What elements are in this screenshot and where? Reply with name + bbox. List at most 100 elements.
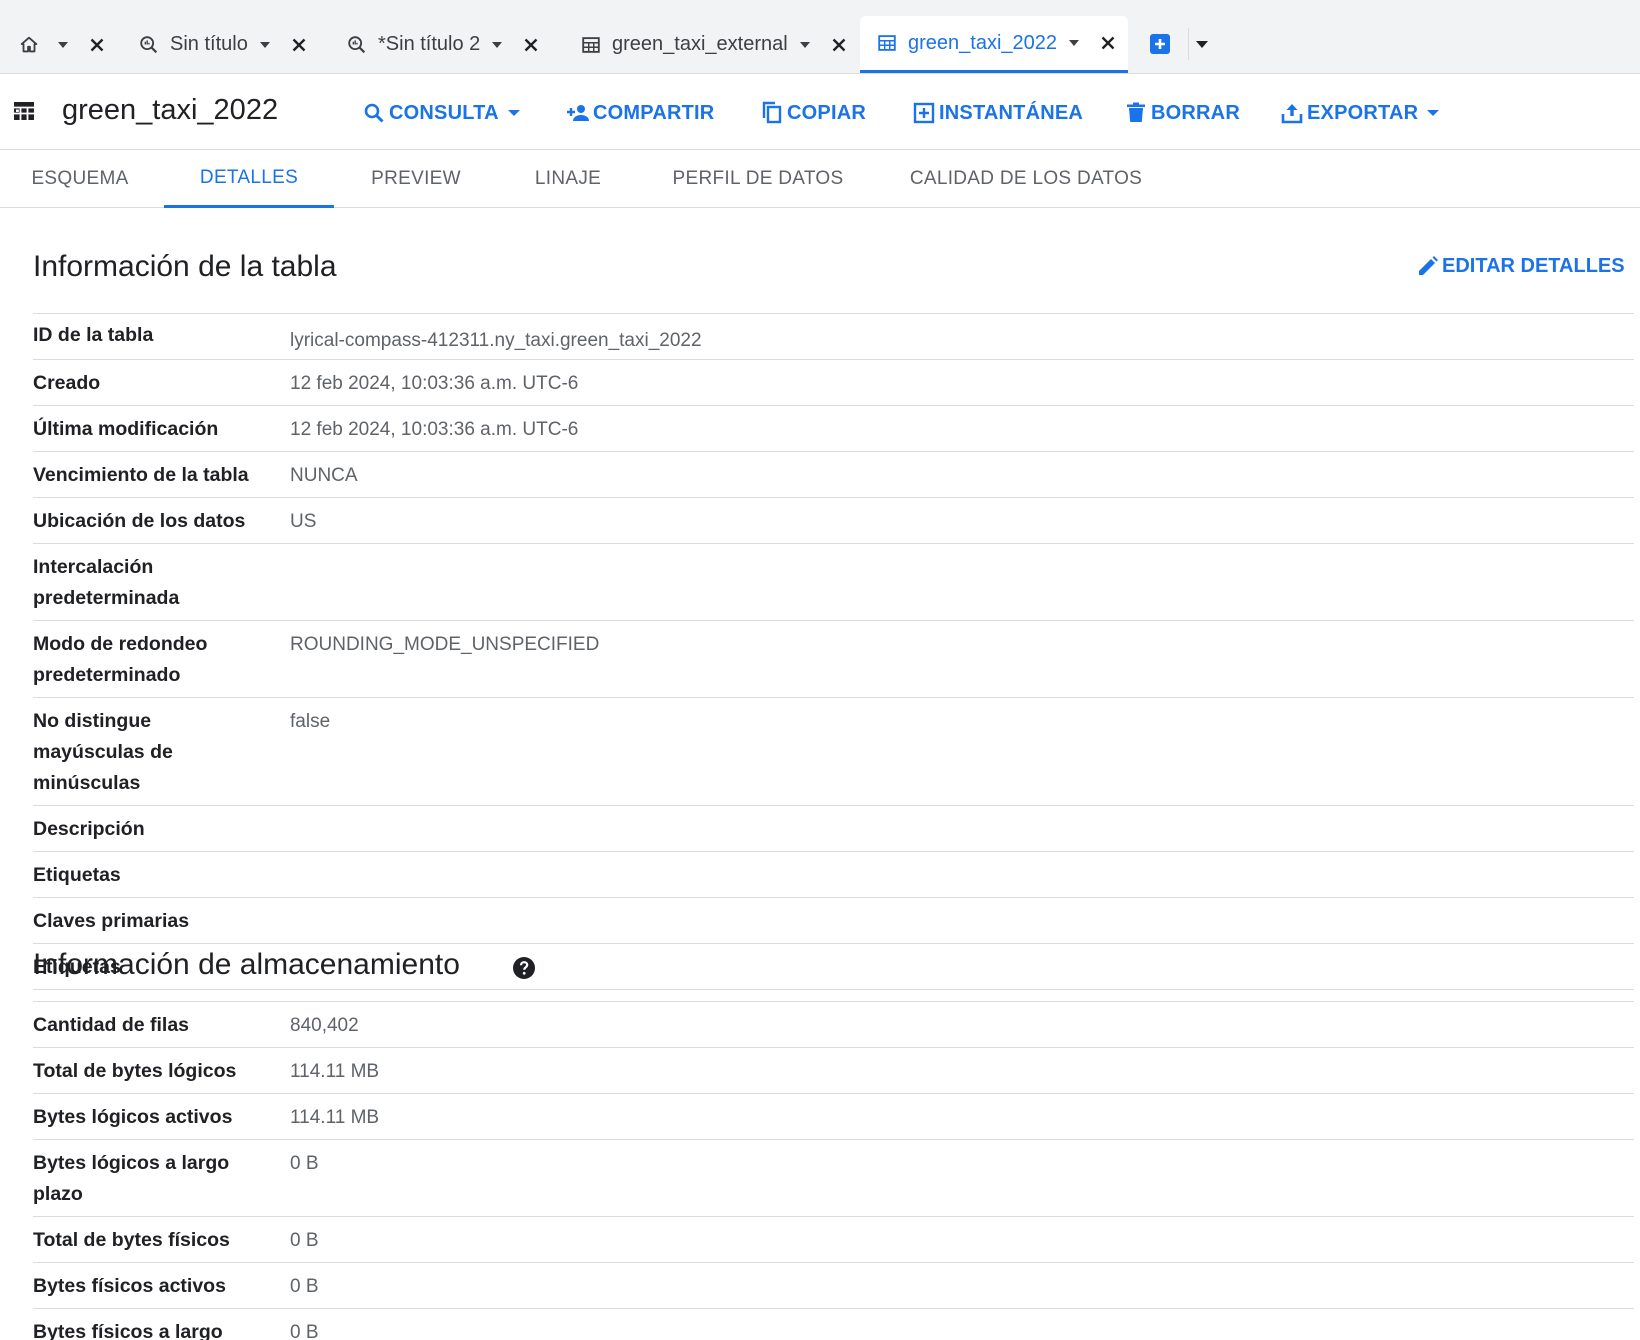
detail-key: Vencimiento de la tabla [33, 464, 249, 486]
edit-details-button[interactable]: EDITAR DETALLES [1416, 254, 1625, 278]
tab-sin-titulo-2[interactable]: *Sin título 2 [346, 16, 542, 73]
tab-green-taxi-2022[interactable]: green_taxi_2022 [860, 16, 1128, 73]
export-icon [1281, 104, 1303, 124]
tab-preview[interactable]: PREVIEW [336, 150, 496, 208]
detail-row: Ubicación de los datos US [33, 498, 1634, 544]
storage-info-list: Cantidad de filas 840,402 Total de bytes… [33, 1001, 1634, 1340]
detail-key: Etiquetas [33, 864, 121, 886]
chevron-down-icon[interactable] [1069, 40, 1080, 46]
chevron-down-icon[interactable] [492, 41, 503, 48]
detail-row: Última modificación 12 feb 2024, 10:03:3… [33, 406, 1634, 452]
tab-strip: Sin título *Sin título 2 green_taxi_exte… [0, 0, 1640, 74]
query-button[interactable]: CONSULTA [362, 100, 520, 126]
detail-key: Modo de redondeo predeterminado [33, 633, 208, 686]
detail-value: US [290, 511, 317, 532]
delete-button[interactable]: BORRAR [1124, 100, 1240, 126]
close-icon[interactable] [1097, 32, 1119, 54]
detail-row: Bytes lógicos activos 114.11 MB [33, 1094, 1634, 1140]
detail-value: 0 B [290, 1230, 319, 1251]
tab-lineage[interactable]: LINAJE [500, 150, 636, 208]
help-icon[interactable] [512, 956, 536, 980]
detail-row: Total de bytes físicos 0 B [33, 1217, 1634, 1263]
detail-value [290, 944, 1634, 989]
table-info-heading: Información de la tabla [33, 250, 337, 283]
close-icon[interactable] [520, 34, 542, 56]
tab-details[interactable]: DETALLES [164, 150, 334, 208]
detail-value [290, 852, 1634, 897]
detail-key: Creado [33, 372, 101, 394]
toolbar: green_taxi_2022 CONSULTA COMPARTIR COPIA… [0, 74, 1640, 150]
home-icon [20, 36, 38, 52]
detail-value [290, 806, 1634, 851]
detail-value [290, 544, 1634, 620]
trash-icon [1127, 102, 1145, 122]
snapshot-button[interactable]: INSTANTÁNEA [912, 100, 1083, 126]
divider [1188, 28, 1189, 60]
close-icon[interactable] [86, 34, 108, 56]
detail-key: Bytes físicos activos [33, 1275, 226, 1297]
new-tab-plus-icon[interactable] [1148, 32, 1172, 56]
tab-green-taxi-external[interactable]: green_taxi_external [580, 16, 850, 73]
detail-key: Ubicación de los datos [33, 510, 246, 532]
tab-label: green_taxi_external [612, 33, 788, 55]
detail-value: false [290, 711, 331, 732]
detail-value [290, 898, 1634, 943]
edit-details-label: EDITAR DETALLES [1442, 254, 1625, 277]
detail-row: Claves primarias [33, 898, 1634, 944]
chevron-down-icon [507, 110, 520, 116]
detail-value: 12 feb 2024, 10:03:36 a.m. UTC-6 [290, 373, 579, 394]
detail-key: Descripción [33, 818, 145, 840]
tab-data-profile[interactable]: PERFIL DE DATOS [640, 150, 876, 208]
detail-key: Bytes lógicos activos [33, 1106, 233, 1128]
detail-key: Total de bytes lógicos [33, 1060, 237, 1082]
detail-row: Etiquetas [33, 852, 1634, 898]
detail-value: 114.11 MB [290, 1061, 380, 1082]
copy-button-label: COPIAR [787, 101, 866, 124]
detail-key: Total de bytes físicos [33, 1229, 230, 1251]
person-add-icon [567, 105, 589, 121]
detail-key: Última modificación [33, 418, 219, 440]
query-button-label: CONSULTA [389, 101, 499, 124]
chevron-down-icon[interactable] [799, 41, 810, 48]
close-icon[interactable] [288, 34, 310, 56]
search-icon [364, 103, 384, 123]
close-icon[interactable] [828, 34, 850, 56]
snapshot-button-label: INSTANTÁNEA [939, 101, 1084, 124]
detail-row: Intercalación predeterminada [33, 544, 1634, 621]
share-button[interactable]: COMPARTIR [566, 100, 714, 126]
snapshot-icon [913, 102, 935, 124]
tab-label: *Sin título 2 [378, 33, 481, 55]
detail-key: Intercalación predeterminada [33, 556, 180, 609]
detail-value: 12 feb 2024, 10:03:36 a.m. UTC-6 [290, 419, 579, 440]
copy-icon [762, 101, 782, 124]
tab-sin-titulo[interactable]: Sin título [138, 16, 310, 73]
pencil-icon [1419, 256, 1438, 275]
export-button-label: EXPORTAR [1307, 101, 1419, 124]
detail-key: Bytes lógicos a largo plazo [33, 1152, 230, 1205]
share-button-label: COMPARTIR [593, 101, 715, 124]
detail-row: Bytes físicos a largo plazo 0 B [33, 1309, 1634, 1340]
detail-key: No distingue mayúsculas de minúsculas [33, 710, 173, 794]
detail-row: Vencimiento de la tabla NUNCA [33, 452, 1634, 498]
detail-row: No distingue mayúsculas de minúsculas fa… [33, 698, 1634, 806]
detail-row: Bytes físicos activos 0 B [33, 1263, 1634, 1309]
tab-schema[interactable]: ESQUEMA [0, 150, 160, 208]
chevron-down-icon[interactable] [1196, 41, 1208, 48]
storage-info-heading: Información de almacenamiento [33, 948, 460, 981]
tab-data-quality[interactable]: CALIDAD DE LOS DATOS [880, 150, 1172, 208]
detail-tabs: ESQUEMA DETALLES PREVIEW LINAJE PERFIL D… [0, 150, 1640, 208]
detail-row: Cantidad de filas 840,402 [33, 1002, 1634, 1048]
delete-button-label: BORRAR [1151, 101, 1240, 124]
chevron-down-icon[interactable] [259, 41, 270, 48]
copy-button[interactable]: COPIAR [760, 100, 866, 126]
query-icon [140, 35, 158, 53]
export-button[interactable]: EXPORTAR [1280, 100, 1440, 126]
detail-row: Descripción [33, 806, 1634, 852]
detail-key: Cantidad de filas [33, 1014, 190, 1036]
tab-label: Sin título [170, 33, 248, 55]
tab-home[interactable] [18, 16, 108, 73]
chevron-down-icon[interactable] [58, 41, 68, 48]
detail-value: 0 B [290, 1153, 319, 1174]
detail-value: ROUNDING_MODE_UNSPECIFIED [290, 634, 600, 655]
detail-key: ID de la tabla [33, 324, 154, 346]
